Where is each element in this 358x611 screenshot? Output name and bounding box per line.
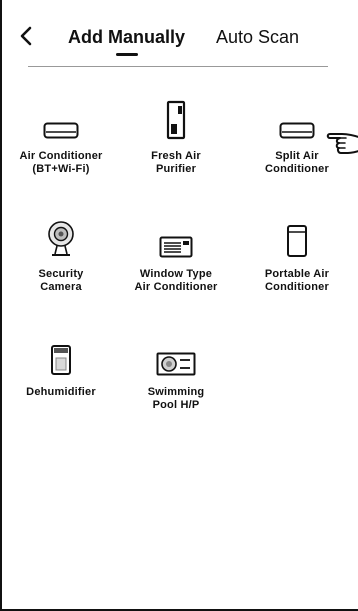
device-dehumidifier[interactable]: Dehumidifier bbox=[6, 336, 116, 454]
portable-air-conditioner-icon bbox=[275, 218, 319, 258]
device-swimming-pool-heat-pump[interactable]: Swimming Pool H/P bbox=[116, 336, 236, 454]
device-label: Security Camera bbox=[38, 268, 84, 293]
fresh-air-purifier-icon bbox=[154, 100, 198, 140]
window-air-conditioner-icon bbox=[154, 218, 198, 258]
device-label: Portable Air Conditioner bbox=[264, 268, 330, 293]
tab-auto-scan[interactable]: Auto Scan bbox=[216, 26, 299, 48]
back-button[interactable] bbox=[14, 24, 38, 48]
header-divider bbox=[28, 66, 328, 67]
device-air-conditioner-bt-wifi[interactable]: Air Conditioner (BT+Wi-Fi) bbox=[6, 100, 116, 218]
hand-pointer-icon bbox=[326, 133, 358, 154]
device-window-air-conditioner[interactable]: Window Type Air Conditioner bbox=[116, 218, 236, 336]
device-label: Air Conditioner (BT+Wi-Fi) bbox=[19, 150, 103, 175]
tab-add-manually[interactable]: Add Manually bbox=[68, 26, 185, 48]
chevron-left-icon bbox=[20, 26, 32, 46]
dehumidifier-icon bbox=[39, 336, 83, 376]
security-camera-icon bbox=[39, 218, 83, 258]
device-fresh-air-purifier[interactable]: Fresh Air Purifier bbox=[116, 100, 236, 218]
device-label: Dehumidifier bbox=[26, 386, 96, 398]
air-conditioner-icon bbox=[39, 100, 83, 140]
device-portable-air-conditioner[interactable]: Portable Air Conditioner bbox=[236, 218, 358, 336]
device-security-camera[interactable]: Security Camera bbox=[6, 218, 116, 336]
device-grid: Air Conditioner (BT+Wi-Fi) Fresh Air Purif… bbox=[6, 100, 358, 454]
header: Add Manually Auto Scan bbox=[0, 0, 358, 68]
active-tab-indicator bbox=[116, 53, 138, 56]
device-label: Split Air Conditioner bbox=[265, 150, 329, 175]
device-label: Fresh Air Purifier bbox=[151, 150, 201, 175]
split-air-conditioner-icon bbox=[275, 100, 319, 140]
pool-heat-pump-icon bbox=[154, 336, 198, 376]
device-label: Window Type Air Conditioner bbox=[134, 268, 218, 293]
device-label: Swimming Pool H/P bbox=[147, 386, 205, 411]
